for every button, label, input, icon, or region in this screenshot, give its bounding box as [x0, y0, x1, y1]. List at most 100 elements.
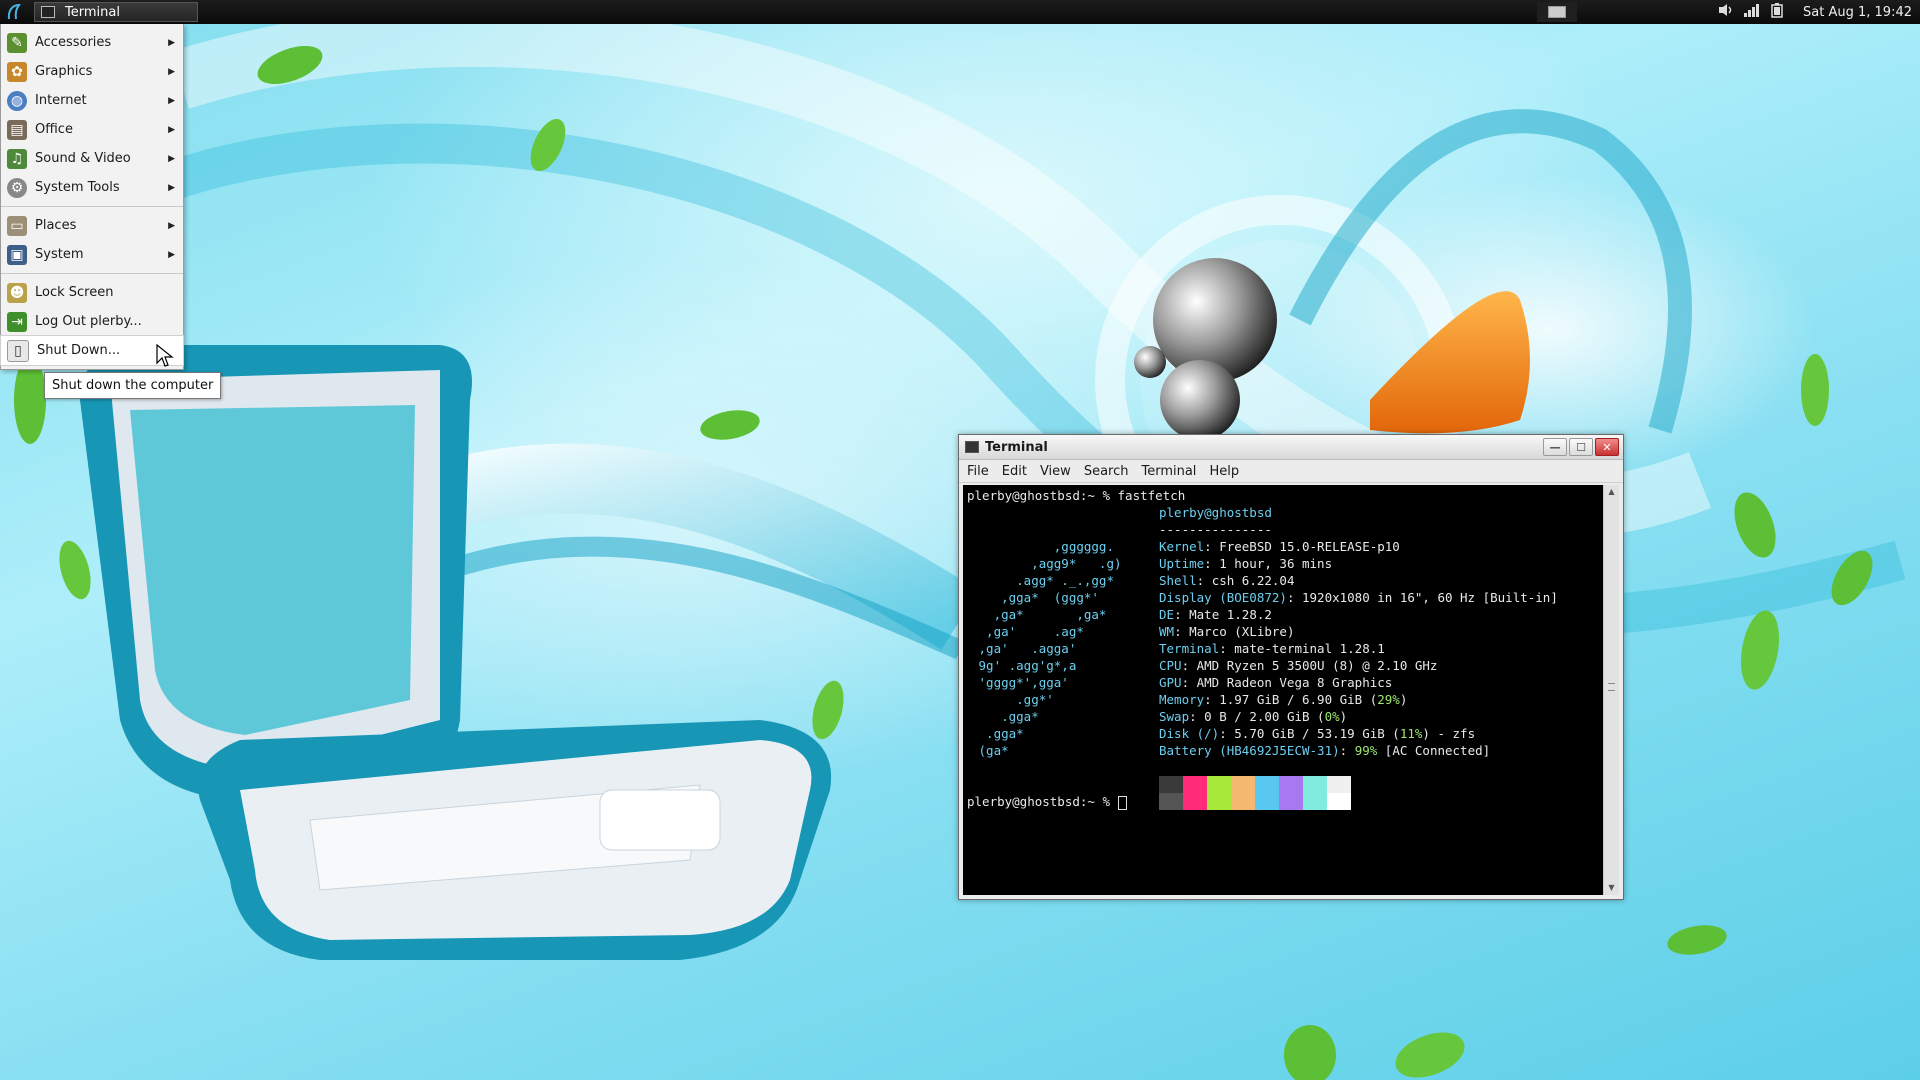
terminal-screen[interactable]: plerby@ghostbsd:~ % fastfetch ,gggggg. ,…	[963, 485, 1603, 895]
info-value: : 1.97 GiB / 6.90 GiB (	[1204, 692, 1378, 707]
info-value: : FreeBSD 15.0-RELEASE-p10	[1204, 539, 1400, 554]
menu-item-label: Shut Down...	[37, 343, 121, 358]
logo-line: ,ga* ,ga*	[971, 607, 1107, 622]
application-menu: ✎ Accessories ▶ ✿ Graphics ▶ ◍ Internet …	[0, 24, 184, 370]
logo-line: .gga*	[971, 709, 1039, 724]
close-button[interactable]: ✕	[1595, 438, 1619, 456]
laptop-illustration	[80, 345, 832, 960]
info-row: WM: Marco (XLibre)	[1159, 623, 1558, 640]
scroll-grip[interactable]	[1608, 683, 1615, 691]
menu-item-office[interactable]: ▤ Office ▶	[1, 115, 183, 144]
battery-icon[interactable]	[1769, 2, 1787, 22]
menu-item-label: Office	[35, 122, 73, 137]
palette-swatch	[1183, 776, 1207, 793]
menu-item-label: Places	[35, 218, 77, 233]
info-percent: 29%	[1377, 692, 1400, 707]
scroll-up-icon[interactable]: ▲	[1604, 485, 1619, 499]
info-row: CPU: AMD Ryzen 5 3500U (8) @ 2.10 GHz	[1159, 657, 1558, 674]
menu-item-internet[interactable]: ◍ Internet ▶	[1, 86, 183, 115]
menu-item-label: Accessories	[35, 35, 112, 50]
palette-swatch	[1327, 793, 1351, 810]
terminal-titlebar[interactable]: Terminal — ☐ ✕	[959, 435, 1623, 460]
terminal-window: Terminal — ☐ ✕ File Edit View Search Ter…	[958, 434, 1624, 900]
palette-swatch	[1231, 793, 1255, 810]
menu-help[interactable]: Help	[1209, 464, 1239, 479]
info-row: Kernel: FreeBSD 15.0-RELEASE-p10	[1159, 538, 1558, 555]
scroll-down-icon[interactable]: ▼	[1604, 881, 1619, 895]
color-palette	[1159, 776, 1351, 810]
info-key: Uptime	[1159, 556, 1205, 571]
submenu-arrow-icon: ▶	[168, 66, 175, 77]
menu-file[interactable]: File	[967, 464, 989, 479]
menu-separator	[1, 206, 183, 207]
menu-item-label: System	[35, 247, 84, 262]
info-row: Swap: 0 B / 2.00 GiB (0%)	[1159, 708, 1558, 725]
info-row: Display (BOE0872): 1920x1080 in 16", 60 …	[1159, 589, 1558, 606]
mouse-pointer-icon	[156, 344, 174, 367]
info-percent: 99%	[1354, 743, 1378, 758]
info-value: : 1 hour, 36 mins	[1204, 556, 1333, 571]
palette-swatch	[1327, 776, 1351, 793]
info-value: : 5.70 GiB / 53.19 GiB (	[1219, 726, 1400, 741]
shut-down-tooltip: Shut down the computer	[44, 372, 222, 399]
volume-icon[interactable]	[1717, 2, 1735, 22]
menu-edit[interactable]: Edit	[1002, 464, 1027, 479]
info-row: Terminal: mate-terminal 1.28.1	[1159, 640, 1558, 657]
logo-line: .agg* ._.,gg*	[971, 573, 1114, 588]
info-key: Disk (/)	[1159, 726, 1220, 741]
panel-clock[interactable]: Sat Aug 1, 19:42	[1791, 5, 1920, 20]
info-row: Disk (/): 5.70 GiB / 53.19 GiB (11%) - z…	[1159, 725, 1558, 742]
palette-swatch	[1159, 776, 1183, 793]
menu-view[interactable]: View	[1040, 464, 1071, 479]
submenu-arrow-icon: ▶	[168, 153, 175, 164]
computer-icon: ▣	[7, 244, 27, 265]
info-tail: )	[1339, 709, 1348, 724]
menu-search[interactable]: Search	[1084, 464, 1129, 479]
taskbar-terminal-label: Terminal	[65, 4, 120, 20]
logo-line: ,ga' .agga'	[971, 641, 1077, 656]
taskbar-terminal-button[interactable]: Terminal	[34, 2, 198, 22]
show-desktop-button[interactable]	[1537, 2, 1578, 22]
info-key: Display (BOE0872)	[1159, 590, 1287, 605]
log-out-icon: ⇥	[7, 311, 27, 332]
system-tools-icon: ⚙	[7, 177, 27, 198]
info-value: : csh 6.22.04	[1196, 573, 1295, 588]
menu-item-label: Log Out plerby...	[35, 314, 142, 329]
menu-item-sound-video[interactable]: ♫ Sound & Video ▶	[1, 144, 183, 173]
window-title: Terminal	[985, 439, 1048, 455]
menu-item-places[interactable]: ▭ Places ▶	[1, 211, 183, 240]
system-info: plerby@ghostbsd --------------- Kernel: …	[1159, 504, 1558, 759]
logo-line: (ga*	[971, 743, 1009, 758]
logo-line: ,gggggg.	[971, 539, 1114, 554]
palette-swatch	[1207, 776, 1231, 793]
info-value: : mate-terminal 1.28.1	[1219, 641, 1385, 656]
terminal-menubar: File Edit View Search Terminal Help	[959, 460, 1623, 483]
palette-swatch	[1183, 793, 1207, 810]
ghostbsd-menu-icon[interactable]	[0, 0, 28, 24]
menu-item-log-out[interactable]: ⇥ Log Out plerby...	[1, 307, 183, 336]
menu-terminal[interactable]: Terminal	[1141, 464, 1196, 479]
logo-line: .gga*	[971, 726, 1024, 741]
menu-item-graphics[interactable]: ✿ Graphics ▶	[1, 57, 183, 86]
logo-line: ,ga' .ag*	[971, 624, 1084, 639]
info-value: : Marco (XLibre)	[1174, 624, 1295, 639]
logo-line: 'gggg*',gga'	[971, 675, 1069, 690]
info-tail: ) - zfs	[1422, 726, 1476, 741]
info-row: Memory: 1.97 GiB / 6.90 GiB (29%)	[1159, 691, 1558, 708]
menu-item-accessories[interactable]: ✎ Accessories ▶	[1, 28, 183, 57]
menu-item-lock-screen[interactable]: ☻ Lock Screen	[1, 278, 183, 307]
palette-swatch	[1303, 793, 1327, 810]
wifi-signal-icon[interactable]	[1743, 2, 1761, 22]
info-key: Memory	[1159, 692, 1205, 707]
menu-item-system[interactable]: ▣ System ▶	[1, 240, 183, 269]
maximize-button[interactable]: ☐	[1569, 438, 1593, 456]
menu-item-system-tools[interactable]: ⚙ System Tools ▶	[1, 173, 183, 202]
info-tail: )	[1399, 692, 1408, 707]
menu-item-label: System Tools	[35, 180, 120, 195]
menu-item-label: Internet	[35, 93, 87, 108]
minimize-button[interactable]: —	[1543, 438, 1567, 456]
terminal-icon	[41, 6, 55, 18]
system-tray: Sat Aug 1, 19:42	[1713, 0, 1920, 24]
info-row: Battery (HB4692J5ECW-31): 99% [AC Connec…	[1159, 742, 1558, 759]
terminal-scrollbar[interactable]: ▲ ▼	[1603, 485, 1619, 895]
